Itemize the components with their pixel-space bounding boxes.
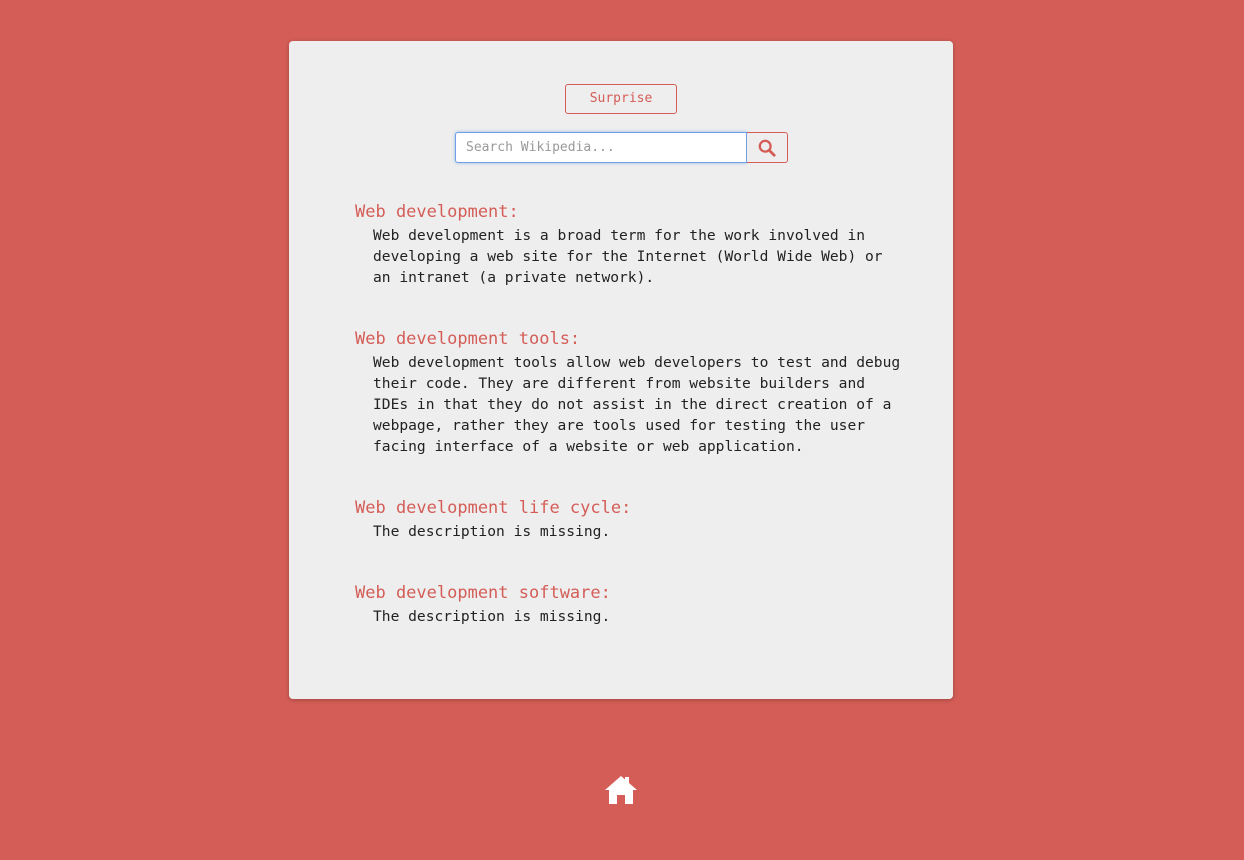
home-link[interactable] xyxy=(603,774,639,806)
result-item: Web development life cycle: The descript… xyxy=(355,497,915,542)
result-description: The description is missing. xyxy=(373,523,611,540)
search-bar xyxy=(455,132,788,163)
surprise-button[interactable]: Surprise xyxy=(565,84,677,114)
search-card: Surprise Web development: Web developmen… xyxy=(289,41,953,699)
search-icon xyxy=(758,139,776,157)
result-description: The description is missing. xyxy=(373,608,611,625)
result-title[interactable]: Web development life cycle: xyxy=(355,497,915,519)
result-title[interactable]: Web development software: xyxy=(355,582,915,604)
result-item: Web development: Web development is a br… xyxy=(355,201,915,288)
search-button[interactable] xyxy=(747,132,788,163)
result-item: Web development tools: Web development t… xyxy=(355,328,915,457)
result-description: Web development tools allow web develope… xyxy=(373,354,901,455)
result-description: Web development is a broad term for the … xyxy=(373,227,883,286)
result-title[interactable]: Web development: xyxy=(355,201,915,223)
result-title[interactable]: Web development tools: xyxy=(355,328,915,350)
result-item: Web development software: The descriptio… xyxy=(355,582,915,627)
search-input[interactable] xyxy=(455,132,747,163)
results-list: Web development: Web development is a br… xyxy=(355,201,915,667)
home-icon xyxy=(605,776,637,804)
